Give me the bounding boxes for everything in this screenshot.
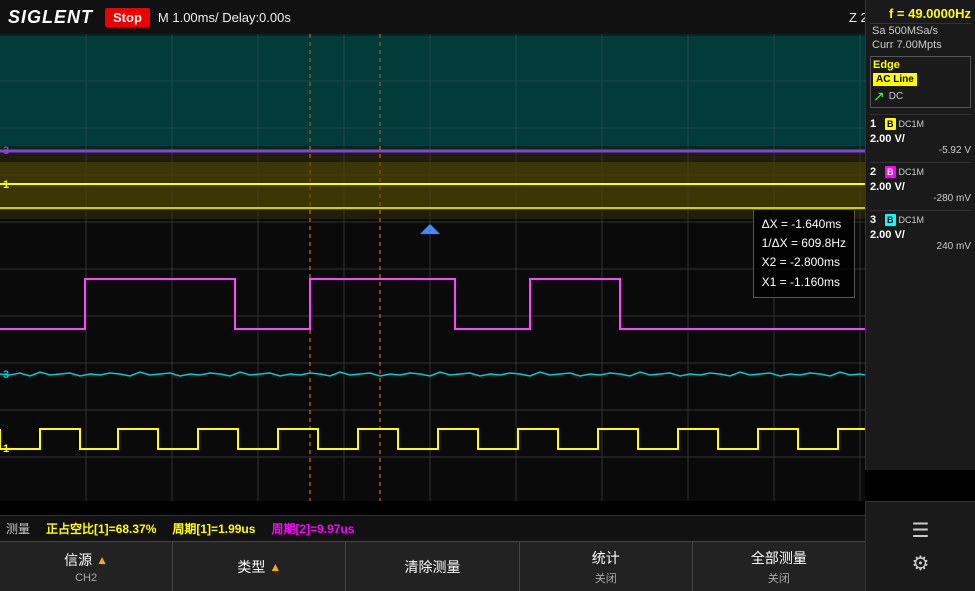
ch1-number: 1	[870, 118, 882, 130]
right-panel: f = 49.0000Hz Sa 500MSa/s Curr 7.00Mpts …	[865, 0, 975, 470]
ch1-badge: B	[885, 118, 896, 130]
ch2-badge: B	[885, 166, 896, 178]
curr-info: Curr 7.00Mpts	[870, 38, 971, 52]
ch2-offset: -280 mV	[870, 193, 971, 204]
source-button[interactable]: 信源 ▲ CH2	[0, 542, 173, 591]
svg-text:3: 3	[3, 145, 9, 157]
meas-inv-dx: 1/ΔX = 609.8Hz	[762, 234, 846, 253]
settings-icon[interactable]: ⚙	[912, 551, 930, 576]
ch3-coupling: DC1M	[899, 215, 925, 225]
measurement-label: 测量	[6, 520, 30, 537]
ch3-offset: 240 mV	[870, 241, 971, 252]
svg-text:1: 1	[3, 443, 9, 455]
meas-x2: X2 = -2.800ms	[762, 253, 846, 272]
trigger-type-label: Edge	[873, 59, 968, 71]
source-sub: CH2	[75, 572, 97, 584]
source-arrow-icon: ▲	[96, 553, 108, 567]
ch2-period: 周期[2]=9.97us	[271, 520, 354, 537]
ch1-coupling: DC1M	[899, 119, 925, 129]
sa-info: Sa 500MSa/s	[870, 24, 971, 38]
oscilloscope-area: 3 1 3 1 ΔX = -1.640ms 1/ΔX = 609.8Hz X2 …	[0, 34, 865, 501]
clear-meas-label: 清除测量	[405, 557, 461, 577]
top-bar: SIGLENT Stop M 1.00ms/ Delay:0.00s Z 2.0…	[0, 0, 975, 34]
bottom-status: 测量 正占空比[1]=68.37% 周期[1]=1.99us 周期[2]=9.9…	[0, 515, 865, 541]
clear-meas-button[interactable]: 清除测量	[346, 542, 519, 591]
stats-label: 统计	[592, 548, 620, 568]
ch2-coupling: DC1M	[899, 167, 925, 177]
stop-badge[interactable]: Stop	[105, 8, 150, 27]
svg-text:1: 1	[3, 179, 9, 191]
ch1-vdiv: 2.00 V/	[870, 133, 971, 145]
type-button[interactable]: 类型 ▲	[173, 542, 346, 591]
meas-dx: ΔX = -1.640ms	[762, 215, 846, 234]
ch1-duty-cycle: 正占空比[1]=68.37%	[46, 520, 156, 537]
all-meas-button[interactable]: 全部测量 关闭	[693, 542, 865, 591]
ch2-vdiv: 2.00 V/	[870, 181, 971, 193]
siglent-logo: SIGLENT	[8, 7, 93, 28]
ch3-block[interactable]: 3 B DC1M 2.00 V/ 240 mV	[870, 210, 971, 252]
right-bottom-panel: ☰ ⚙	[865, 501, 975, 591]
ch2-block[interactable]: 2 B DC1M 2.00 V/ -280 mV	[870, 162, 971, 204]
trigger-section[interactable]: Edge AC Line ↗ DC	[870, 56, 971, 108]
ch2-number: 2	[870, 166, 882, 178]
bottom-buttons: 信源 ▲ CH2 类型 ▲ 清除测量 统计 关闭 全部测量 关闭	[0, 541, 865, 591]
type-arrow-icon: ▲	[269, 560, 281, 574]
all-meas-label: 全部测量	[751, 548, 807, 568]
measurement-box: ΔX = -1.640ms 1/ΔX = 609.8Hz X2 = -2.800…	[753, 209, 855, 298]
source-label: 信源	[64, 550, 92, 570]
timebase-info: M 1.00ms/ Delay:0.00s	[158, 10, 841, 25]
freq-display: f = 49.0000Hz	[870, 4, 971, 24]
stats-button[interactable]: 统计 关闭	[520, 542, 693, 591]
ch3-badge: B	[885, 214, 896, 226]
trigger-slope-icon: ↗	[873, 88, 885, 105]
menu-icon[interactable]: ☰	[912, 518, 930, 543]
svg-text:3: 3	[3, 369, 9, 381]
ch1-block[interactable]: 1 B DC1M 2.00 V/ -5.92 V	[870, 114, 971, 156]
ch1-offset: -5.92 V	[870, 145, 971, 156]
meas-x1: X1 = -1.160ms	[762, 273, 846, 292]
ch3-vdiv: 2.00 V/	[870, 229, 971, 241]
waveform-svg: 3 1 3 1	[0, 34, 865, 501]
type-label: 类型	[237, 557, 265, 577]
ch1-period: 周期[1]=1.99us	[172, 520, 255, 537]
trigger-dc-label: DC	[889, 91, 903, 102]
trigger-ac-label: AC Line	[873, 73, 917, 86]
all-meas-sub: 关闭	[768, 570, 790, 586]
ch3-number: 3	[870, 214, 882, 226]
stats-sub: 关闭	[595, 570, 617, 586]
